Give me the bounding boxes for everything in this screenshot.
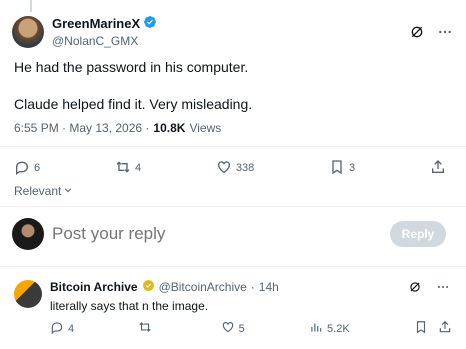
author-handle[interactable]: @NolanC_GMX (52, 33, 157, 49)
sort-label: Relevant (14, 184, 62, 198)
divider (0, 266, 466, 267)
verified-badge-icon (142, 279, 155, 296)
repost-button[interactable]: 4 (115, 159, 141, 178)
author-info: GreenMarineX @NolanC_GMX (52, 15, 157, 49)
grok-icon[interactable] (408, 23, 426, 41)
reply-button[interactable]: 6 (14, 159, 40, 178)
reply-author-handle[interactable]: @BitcoinArchive (159, 279, 247, 295)
thread-connector-line (30, 0, 32, 12)
verified-badge-icon (143, 15, 157, 33)
like-button[interactable]: 338 (216, 159, 254, 178)
reply-submit-button[interactable]: Reply (390, 221, 446, 247)
repost-button[interactable] (138, 320, 156, 337)
like-icon (216, 159, 232, 178)
reply-action-bar: 4 5 5.2K (50, 320, 452, 337)
tweet-timestamp[interactable]: 6:55 PM · May 13, 2026 · (14, 121, 149, 135)
separator-dot: · (250, 280, 255, 294)
views-button[interactable]: 5.2K (309, 320, 350, 337)
sort-dropdown[interactable]: Relevant (14, 184, 73, 198)
divider (0, 146, 466, 147)
bookmark-button[interactable] (414, 320, 428, 337)
bookmark-count: 3 (349, 162, 356, 174)
reply-author-avatar[interactable] (14, 280, 42, 308)
like-button[interactable]: 5 (221, 320, 245, 337)
bookmark-button[interactable]: 3 (329, 159, 355, 178)
reply-composer: Reply (12, 216, 446, 252)
share-button[interactable] (438, 320, 452, 337)
reply-icon (50, 320, 64, 337)
like-count: 338 (235, 162, 255, 174)
tweet-text: He had the password in his computer. Cla… (14, 58, 444, 114)
repost-icon (138, 320, 152, 337)
reply-author-name[interactable]: Bitcoin Archive (50, 279, 138, 295)
author-display-name[interactable]: GreenMarineX (52, 16, 140, 32)
views-label: Views (189, 121, 222, 135)
reply-count: 4 (68, 322, 75, 335)
share-icon (438, 320, 452, 337)
chevron-down-icon (63, 184, 73, 198)
bookmark-icon (414, 320, 428, 337)
reply-text: literally says that n the image. (50, 299, 209, 313)
more-icon[interactable] (434, 278, 452, 296)
divider (0, 206, 466, 207)
tweet-action-bar: 6 4 338 3 (14, 158, 446, 178)
tweet-text-line-2: Claude helped find it. Very misleading. (14, 96, 253, 112)
grok-icon[interactable] (406, 278, 424, 296)
tweet-text-line-1: He had the password in his computer. (14, 59, 249, 75)
more-icon[interactable] (436, 23, 454, 41)
author-avatar[interactable] (12, 16, 44, 48)
reply-time[interactable]: 14h (259, 279, 279, 295)
views-count: 5.2K (327, 322, 350, 335)
bookmark-icon (329, 159, 345, 178)
repost-count: 4 (134, 162, 142, 174)
repost-icon (115, 159, 131, 178)
share-button[interactable] (430, 159, 446, 178)
reply-button[interactable]: 4 (50, 320, 74, 337)
tweet-header: GreenMarineX @NolanC_GMX (12, 12, 454, 52)
current-user-avatar[interactable] (12, 218, 44, 250)
like-icon (221, 320, 235, 337)
tweet-meta: 6:55 PM · May 13, 2026 · 10.8K Views (14, 121, 221, 135)
views-icon (309, 320, 323, 337)
views-count: 10.8K (153, 121, 186, 135)
reply-count: 6 (34, 162, 41, 174)
reply-icon (14, 159, 30, 178)
reply-input[interactable] (52, 224, 352, 244)
share-icon (430, 159, 446, 178)
like-count: 5 (238, 322, 245, 335)
